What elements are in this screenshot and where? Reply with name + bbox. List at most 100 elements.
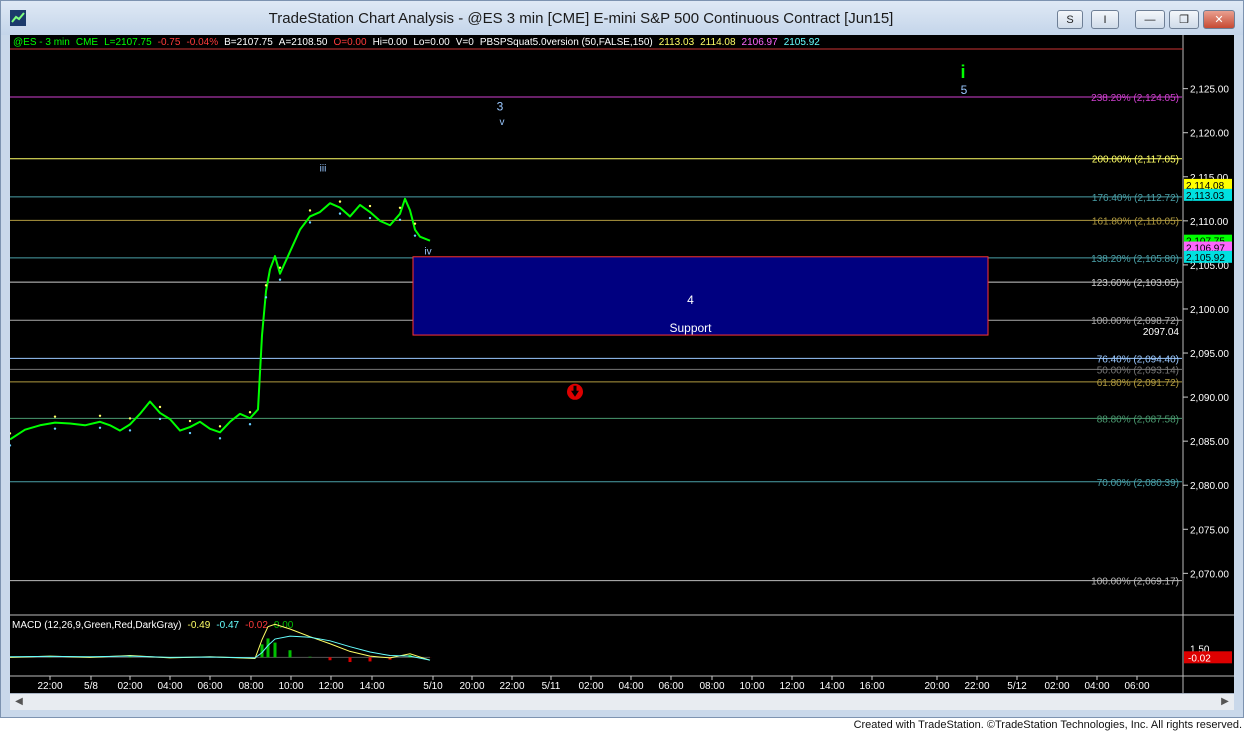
- price-tag-label: 2,113.03: [1186, 191, 1225, 202]
- fib-level-label: 100.00% (2,069.17): [1091, 577, 1179, 588]
- wave-label: iv: [424, 246, 431, 257]
- status-item: 2105.92: [784, 37, 821, 48]
- fib-level-label: 123.60% (2,103.05): [1091, 278, 1179, 289]
- close-button[interactable]: ✕: [1203, 10, 1235, 29]
- band-dot-upper: [413, 222, 417, 225]
- price-chart[interactable]: @ES - 3 min CME L=2107.75 -0.75 -0.04% B=2107…: [10, 35, 1234, 693]
- x-tick-label: 02:00: [1044, 681, 1069, 692]
- x-tick-label: 12:00: [318, 681, 343, 692]
- i-menu-button[interactable]: I: [1091, 10, 1119, 29]
- wave-label: v: [500, 117, 505, 128]
- y-tick-label: 2,070.00: [1190, 569, 1229, 580]
- status-item: A=2108.50: [279, 37, 328, 48]
- status-item: O=0.00: [333, 37, 367, 48]
- status-item: @ES - 3 min: [13, 37, 70, 48]
- band-dot-lower: [188, 431, 192, 435]
- band-dot-lower: [218, 437, 222, 440]
- price-series-line: [10, 197, 431, 441]
- x-tick-label: 02:00: [578, 681, 603, 692]
- band-dot-lower: [278, 278, 282, 281]
- horizontal-scrollbar[interactable]: ◀ ▶: [10, 693, 1234, 710]
- x-tick-label: 22:00: [964, 681, 989, 692]
- tradestation-window: TradeStation Chart Analysis - @ES 3 min …: [0, 0, 1244, 718]
- macd-status-item: -0.02: [245, 620, 268, 631]
- band-dot-lower: [368, 216, 372, 220]
- x-tick-label: 06:00: [197, 681, 222, 692]
- band-dot-lower: [10, 444, 12, 447]
- status-item: V=0: [456, 37, 475, 48]
- band-dot-upper: [338, 200, 342, 203]
- band-dot-upper: [128, 417, 132, 420]
- restore-button[interactable]: ❐: [1169, 10, 1199, 29]
- status-item: CME: [76, 37, 99, 48]
- zone-label-support: Support: [669, 321, 712, 335]
- fib-level-label: 138.20% (2,105.80): [1091, 254, 1179, 265]
- x-tick-label: 10:00: [739, 681, 764, 692]
- y-tick-label: 2,090.00: [1190, 393, 1229, 404]
- status-item: 2114.08: [700, 37, 736, 48]
- band-dot-upper: [278, 266, 282, 269]
- fib-level-label: 100.00% (2,098.72): [1091, 316, 1179, 327]
- fib-level-label: 70.00% (2,080.39): [1097, 478, 1179, 489]
- status-item: Lo=0.00: [413, 37, 450, 48]
- macd-status-item: MACD (12,26,9,Green,Red,DarkGray): [12, 620, 182, 631]
- band-dot-upper: [188, 419, 192, 423]
- minimize-button[interactable]: —: [1135, 10, 1165, 29]
- band-dot-upper: [53, 415, 57, 418]
- band-dot-upper: [248, 411, 252, 414]
- x-tick-label: 08:00: [238, 681, 263, 692]
- x-tick-label: 04:00: [1084, 681, 1109, 692]
- status-item: PBSPSquat5.0version (50,FALSE,150): [480, 37, 653, 48]
- scroll-left-arrow-icon[interactable]: ◀: [12, 695, 26, 709]
- band-dot-lower: [158, 417, 162, 421]
- status-item: L=2107.75: [104, 37, 152, 48]
- x-tick-label: 20:00: [924, 681, 949, 692]
- band-dot-lower: [264, 296, 268, 299]
- band-dot-upper: [158, 405, 162, 409]
- band-dot-lower: [398, 218, 402, 221]
- fib-level-label: 161.80% (2,110.05): [1092, 216, 1179, 227]
- x-tick-label: 06:00: [658, 681, 683, 692]
- chart-area[interactable]: @ES - 3 min CME L=2107.75 -0.75 -0.04% B=2107…: [10, 35, 1234, 693]
- x-tick-label: 14:00: [359, 681, 384, 692]
- wave-label: 5: [961, 83, 968, 97]
- band-dot-lower: [98, 426, 102, 429]
- band-dot-upper: [98, 414, 102, 417]
- fib-level-label: 88.80% (2,087.58): [1097, 414, 1179, 425]
- band-dot-upper: [218, 425, 222, 428]
- status-item: Hi=0.00: [373, 37, 408, 48]
- band-dot-upper: [368, 204, 372, 208]
- status-item: -0.04%: [186, 37, 218, 48]
- band-dot-upper: [308, 209, 312, 212]
- y-tick-label: 2,100.00: [1190, 305, 1229, 316]
- price-tag-label: 2,105.92: [1186, 253, 1225, 264]
- status-item: 2106.97: [742, 37, 779, 48]
- fib-level-label: 76.40% (2,094.40): [1097, 354, 1179, 365]
- zone-label-wave-4: 4: [687, 293, 694, 307]
- x-tick-label: 22:00: [37, 681, 62, 692]
- s-menu-button[interactable]: S: [1057, 10, 1083, 29]
- x-tick-label: 16:00: [859, 681, 884, 692]
- y-tick-label: 2,110.00: [1190, 217, 1229, 228]
- scroll-right-arrow-icon[interactable]: ▶: [1218, 695, 1232, 709]
- x-tick-label: 08:00: [699, 681, 724, 692]
- title-bar: TradeStation Chart Analysis - @ES 3 min …: [1, 1, 1243, 35]
- macd-status-item: -0.47: [216, 620, 239, 631]
- band-dot-lower: [338, 212, 342, 215]
- band-dot-upper: [264, 284, 268, 287]
- status-item: B=2107.75: [224, 37, 273, 48]
- x-tick-label: 12:00: [779, 681, 804, 692]
- band-dot-lower: [128, 429, 132, 432]
- x-tick-label: 04:00: [157, 681, 182, 692]
- window-title: TradeStation Chart Analysis - @ES 3 min …: [268, 10, 894, 27]
- y-tick-label: 2,080.00: [1190, 481, 1229, 492]
- macd-signal-line: [10, 635, 431, 661]
- wave-label: iii: [320, 163, 327, 174]
- y-tick-label: 2,075.00: [1190, 525, 1229, 536]
- x-tick-label: 5/11: [542, 681, 561, 692]
- y-tick-label: 2,085.00: [1190, 437, 1229, 448]
- status-item: 2113.03: [659, 37, 695, 48]
- macd-value-tag-label: -0.02: [1188, 653, 1211, 664]
- x-tick-label: 5/8: [84, 681, 98, 692]
- x-tick-label: 06:00: [1124, 681, 1149, 692]
